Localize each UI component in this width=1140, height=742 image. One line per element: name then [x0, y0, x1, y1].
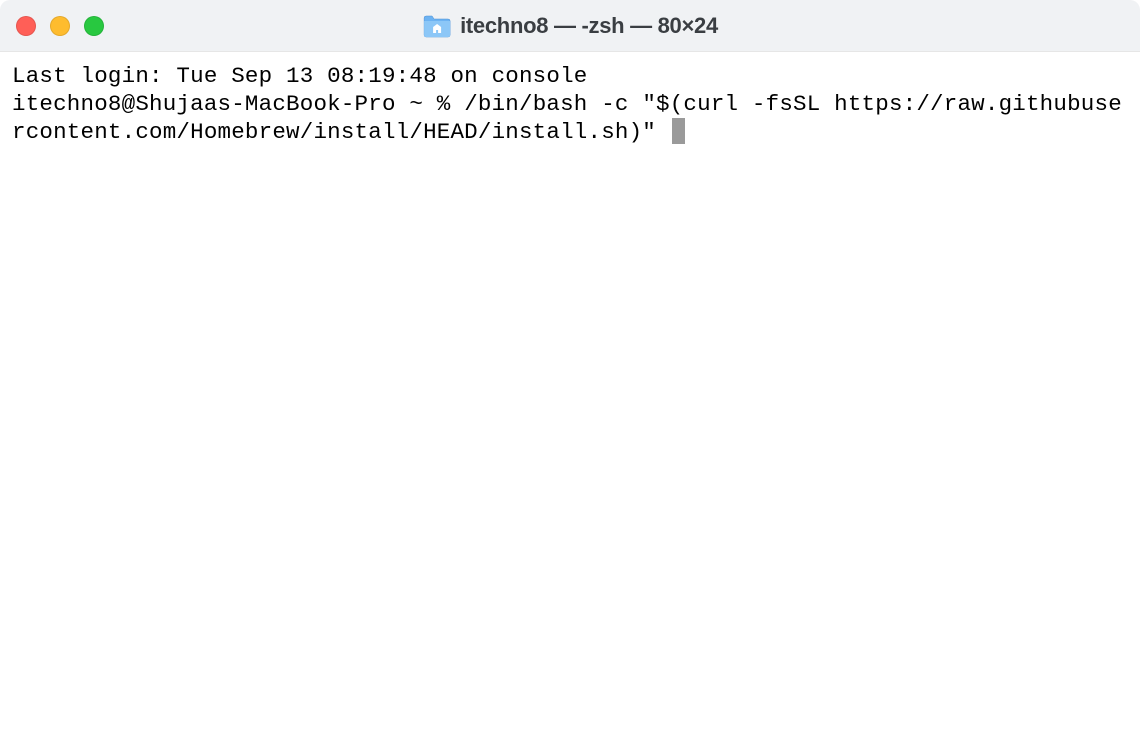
close-button[interactable] [16, 16, 36, 36]
terminal-window: itechno8 — -zsh — 80×24 Last login: Tue … [0, 0, 1140, 742]
zoom-button[interactable] [84, 16, 104, 36]
shell-prompt: itechno8@Shujaas-MacBook-Pro ~ % [12, 91, 464, 117]
cursor [672, 118, 685, 144]
folder-home-icon [422, 13, 452, 39]
title-container: itechno8 — -zsh — 80×24 [422, 13, 718, 39]
last-login-line: Last login: Tue Sep 13 08:19:48 on conso… [12, 62, 1128, 90]
prompt-line: itechno8@Shujaas-MacBook-Pro ~ % /bin/ba… [12, 91, 1122, 145]
titlebar[interactable]: itechno8 — -zsh — 80×24 [0, 0, 1140, 52]
traffic-lights [16, 16, 104, 36]
window-title: itechno8 — -zsh — 80×24 [460, 13, 718, 39]
terminal-content[interactable]: Last login: Tue Sep 13 08:19:48 on conso… [0, 52, 1140, 742]
minimize-button[interactable] [50, 16, 70, 36]
